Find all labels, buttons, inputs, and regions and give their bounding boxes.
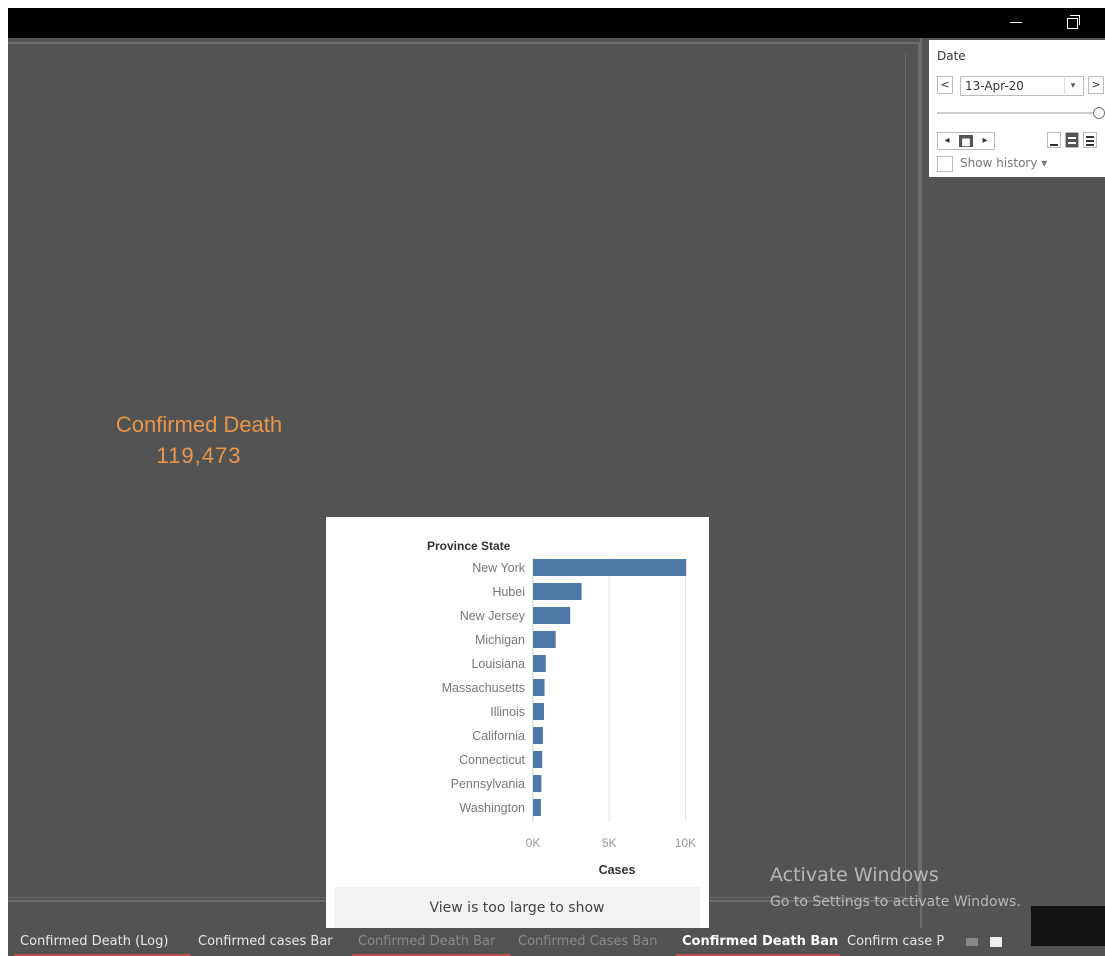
province-bar-chart: 0K 5K 10K New York Hubei New Jersey Michigan Lo… <box>442 558 696 877</box>
show-history-checkbox[interactable] <box>937 156 953 172</box>
bar[interactable] <box>533 607 571 624</box>
tab-confirmed-death-log[interactable]: Confirmed Death (Log) <box>14 928 190 956</box>
tab-confirmed-cases-ban[interactable]: Confirmed Cases Ban <box>512 928 674 956</box>
date-selected-value: 13-Apr-20 <box>965 79 1024 93</box>
speed-slow-button[interactable] <box>1047 132 1061 148</box>
bar[interactable] <box>533 799 541 816</box>
date-slider-track[interactable] <box>937 112 1097 114</box>
chevron-down-icon[interactable]: ▾ <box>1064 78 1081 94</box>
tab-confirm-case-p[interactable]: Confirm case P <box>841 928 951 956</box>
tab-confirmed-death-bar[interactable]: Confirmed Death Bar <box>352 928 510 956</box>
bar[interactable] <box>533 559 687 576</box>
category-label: Pennsylvania <box>451 777 525 791</box>
category-label: Connecticut <box>459 753 526 767</box>
category-label: Washington <box>459 801 525 815</box>
x-tick-label: 10K <box>675 836 696 850</box>
category-label: California <box>472 729 525 743</box>
tab-confirmed-death-ban[interactable]: Confirmed Death Ban <box>676 928 840 956</box>
date-filter-panel: Date < 13-Apr-20 ▾ > ◂ ■ ▸ Show history … <box>929 40 1105 177</box>
window-titlebar <box>8 8 1105 38</box>
date-next-button[interactable]: > <box>1088 76 1104 94</box>
playback-controls: ◂ ■ ▸ <box>937 132 995 150</box>
bar[interactable] <box>533 775 542 792</box>
category-label: Louisiana <box>471 657 525 671</box>
bar[interactable] <box>533 583 582 600</box>
category-label: Illinois <box>490 705 525 719</box>
sheet-tab-bar: Confirmed Death (Log) Confirmed cases Ba… <box>8 928 1105 956</box>
date-filter-title: Date <box>937 49 966 63</box>
bar[interactable] <box>533 727 543 744</box>
step-forward-button[interactable]: ▸ <box>976 133 994 149</box>
category-label: New Jersey <box>460 609 526 623</box>
stop-button[interactable]: ■ <box>957 133 975 149</box>
bar[interactable] <box>533 751 543 768</box>
x-axis-title: Cases <box>599 863 636 877</box>
x-tick-label: 5K <box>602 836 617 850</box>
category-label: Michigan <box>475 633 525 647</box>
category-label: New York <box>472 561 526 575</box>
kpi-label: Confirmed Death <box>115 412 283 437</box>
speed-medium-button[interactable] <box>1065 132 1079 148</box>
bar[interactable] <box>533 703 544 720</box>
date-slider-handle[interactable] <box>1093 107 1105 119</box>
bar[interactable] <box>533 679 545 696</box>
activate-windows-title: Activate Windows <box>770 864 939 886</box>
step-back-button[interactable]: ◂ <box>938 133 956 149</box>
tooltip-footer: View is too large to show <box>334 887 700 929</box>
show-history-label[interactable]: Show history ▾ <box>960 156 1047 170</box>
speed-fast-button[interactable] <box>1083 132 1097 148</box>
x-tick-label: 0K <box>526 836 541 850</box>
tooltip-panel: Province State 0K 5K 10K New York Hubei New J… <box>326 517 709 940</box>
kpi-value: 119,473 <box>156 443 242 468</box>
bar[interactable] <box>533 655 546 672</box>
sheet-sorter-icon[interactable] <box>990 937 1002 947</box>
category-label: Massachusetts <box>442 681 525 695</box>
corner-overlay <box>1031 906 1105 946</box>
filmstrip-view-icon[interactable] <box>966 938 978 946</box>
date-prev-button[interactable]: < <box>937 76 953 94</box>
minimize-button[interactable] <box>993 8 1039 38</box>
restore-button[interactable] <box>1049 8 1095 38</box>
panel-divider <box>920 38 922 928</box>
activate-windows-subtitle: Go to Settings to activate Windows. <box>770 894 1021 910</box>
tab-confirmed-cases-bar[interactable]: Confirmed cases Bar <box>192 928 350 956</box>
category-label: Hubei <box>492 585 525 599</box>
date-dropdown[interactable]: 13-Apr-20 ▾ <box>960 76 1084 96</box>
bar[interactable] <box>533 631 556 648</box>
